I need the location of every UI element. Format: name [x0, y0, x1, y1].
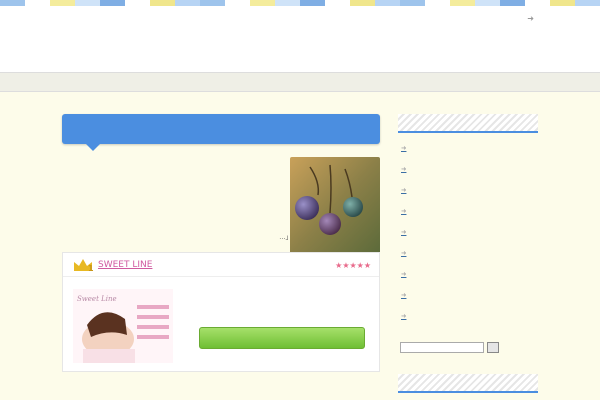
- sidebar-item[interactable]: ➜: [401, 144, 410, 152]
- arrow-right-icon: ➜: [401, 165, 407, 173]
- crown-rank-1-icon: 1: [74, 259, 94, 273]
- sidebar-heading: [398, 374, 538, 393]
- sidebar-item[interactable]: ➜: [401, 186, 410, 194]
- ad-logo-text: Sweet Line: [77, 295, 117, 303]
- main-nav: [0, 72, 600, 92]
- ad-banner-image[interactable]: Sweet Line: [73, 289, 173, 363]
- official-site-button[interactable]: [199, 327, 365, 349]
- arrow-right-icon: ➜: [401, 207, 407, 215]
- sidebar-item[interactable]: ➜: [401, 228, 410, 236]
- svg-text:1: 1: [88, 264, 94, 273]
- arrow-right-icon: ➜: [401, 312, 407, 320]
- sidebar-item[interactable]: ➜: [401, 312, 410, 320]
- berries-photo: [290, 157, 380, 255]
- article-paragraph: ...」: [279, 233, 292, 241]
- arrow-right-icon: ➜: [527, 14, 534, 23]
- sidebar-item[interactable]: ➜: [401, 249, 410, 257]
- search-input[interactable]: [400, 342, 484, 353]
- sidebar-item[interactable]: ➜: [401, 270, 410, 278]
- arrow-right-icon: ➜: [401, 249, 407, 257]
- sidebar-item[interactable]: ➜: [401, 165, 410, 173]
- rating-stars: ★★★★★: [335, 261, 371, 270]
- arrow-right-icon: ➜: [401, 270, 407, 278]
- top-link[interactable]: ➜: [527, 14, 538, 23]
- sidebar-item[interactable]: ➜: [401, 291, 410, 299]
- arrow-right-icon: ➜: [401, 186, 407, 194]
- arrow-right-icon: ➜: [401, 144, 407, 152]
- sidebar-heading: [398, 114, 538, 133]
- arrow-right-icon: ➜: [401, 228, 407, 236]
- search-button[interactable]: [487, 342, 499, 353]
- arrow-right-icon: ➜: [401, 291, 407, 299]
- service-name-link[interactable]: SWEET LINE: [98, 260, 152, 270]
- article-title-banner: [62, 114, 380, 151]
- sidebar-item[interactable]: ➜: [401, 207, 410, 215]
- rating: ★★★★★: [332, 261, 371, 270]
- card-header: 1 SWEET LINE ★★★★★: [63, 253, 379, 277]
- site-header: ➜: [0, 6, 600, 72]
- ranking-card: 1 SWEET LINE ★★★★★ Sweet Line: [62, 252, 380, 372]
